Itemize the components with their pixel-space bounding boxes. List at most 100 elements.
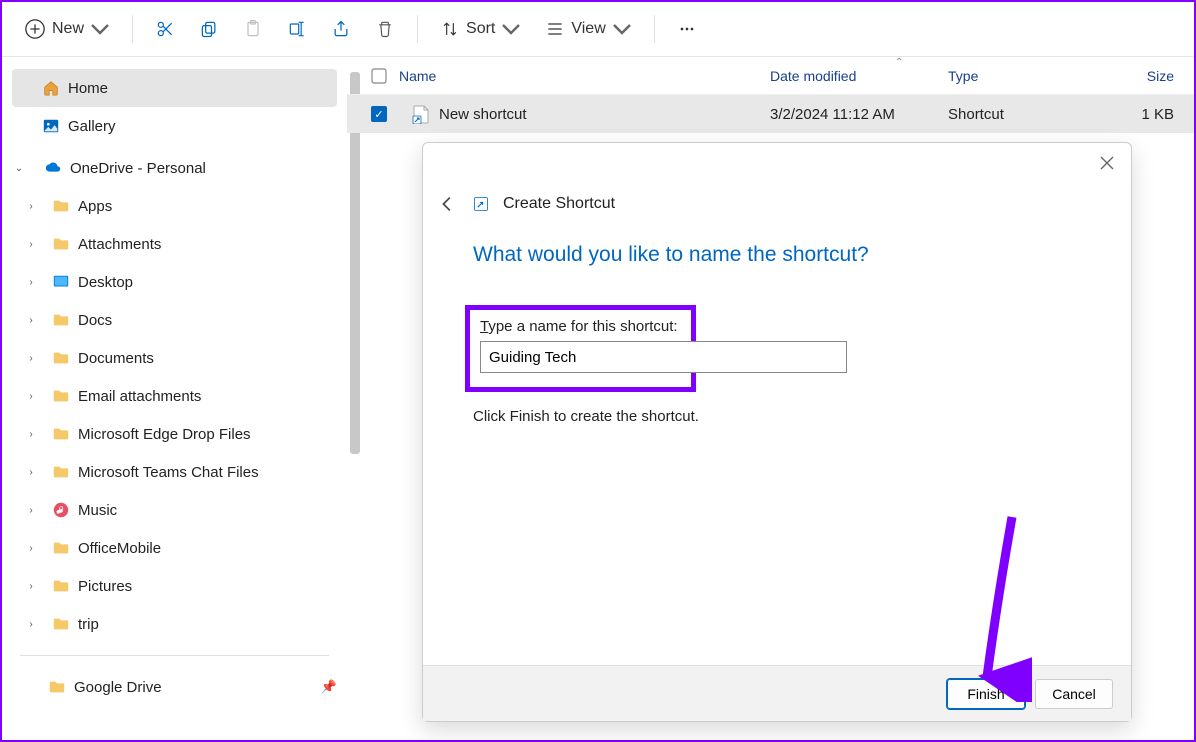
sidebar-item-onedrive[interactable]: ⌄ OneDrive - Personal xyxy=(12,149,337,187)
file-type: Shortcut xyxy=(948,106,1096,123)
chevron-right-icon[interactable]: › xyxy=(24,541,38,555)
sidebar-item-label: Email attachments xyxy=(78,388,201,405)
delete-button[interactable] xyxy=(365,11,405,47)
sidebar-item-home[interactable]: Home xyxy=(12,69,337,107)
pin-icon[interactable]: 📌 xyxy=(321,679,337,695)
sidebar-item-label: Attachments xyxy=(78,236,161,253)
folder-icon xyxy=(52,615,70,633)
sidebar-item-gdrive[interactable]: Google Drive 📌 xyxy=(12,668,337,706)
new-label: New xyxy=(52,20,84,38)
cut-button[interactable] xyxy=(145,11,185,47)
sidebar-item-apps[interactable]: › Apps xyxy=(12,187,337,225)
trash-icon xyxy=(375,19,395,39)
more-button[interactable] xyxy=(667,11,707,47)
sidebar-item-label: Documents xyxy=(78,350,154,367)
sidebar-item-music[interactable]: › Music xyxy=(12,491,337,529)
chevron-right-icon[interactable]: › xyxy=(24,199,38,213)
desktop-icon xyxy=(52,273,70,291)
separator xyxy=(132,15,133,43)
shortcut-icon xyxy=(411,104,431,124)
view-label: View xyxy=(571,20,605,38)
sidebar-item-label: Music xyxy=(78,502,117,519)
sort-button[interactable]: Sort xyxy=(430,11,531,47)
chevron-right-icon[interactable]: › xyxy=(24,465,38,479)
chevron-right-icon[interactable]: › xyxy=(24,617,38,631)
sidebar-item-label: Desktop xyxy=(78,274,133,291)
folder-icon xyxy=(52,425,70,443)
toolbar: New Sort View xyxy=(2,2,1194,57)
sidebar-item-label: OneDrive - Personal xyxy=(70,160,206,177)
column-name[interactable]: Name xyxy=(399,68,770,84)
sidebar-item-label: trip xyxy=(78,616,99,633)
folder-icon xyxy=(52,387,70,405)
sidebar-item-documents[interactable]: › Documents xyxy=(12,339,337,377)
close-button[interactable] xyxy=(1099,155,1115,176)
column-type[interactable]: Type xyxy=(948,68,1096,84)
paste-button[interactable] xyxy=(233,11,273,47)
chevron-down-icon[interactable]: ⌄ xyxy=(12,161,26,175)
chevron-right-icon[interactable]: › xyxy=(24,579,38,593)
chevron-right-icon[interactable]: › xyxy=(24,237,38,251)
cancel-button[interactable]: Cancel xyxy=(1035,679,1113,709)
rename-button[interactable] xyxy=(277,11,317,47)
sort-indicator-icon: ⌃ xyxy=(895,57,903,68)
sidebar-item-label: Microsoft Edge Drop Files xyxy=(78,426,251,443)
folder-icon xyxy=(52,197,70,215)
folder-icon xyxy=(52,235,70,253)
chevron-right-icon[interactable]: › xyxy=(24,503,38,517)
sidebar-item-label: Microsoft Teams Chat Files xyxy=(78,464,259,481)
share-button[interactable] xyxy=(321,11,361,47)
column-date[interactable]: Date modified xyxy=(770,68,948,84)
sidebar-item-gallery[interactable]: Gallery xyxy=(12,107,337,145)
copy-icon xyxy=(199,19,219,39)
folder-icon xyxy=(52,539,70,557)
chevron-right-icon[interactable]: › xyxy=(24,351,38,365)
create-shortcut-dialog: Create Shortcut What would you like to n… xyxy=(422,142,1132,722)
shortcut-icon xyxy=(473,196,489,212)
sidebar-item-label: Apps xyxy=(78,198,112,215)
row-checkbox[interactable]: ✓ xyxy=(371,106,387,122)
separator xyxy=(20,655,329,656)
dialog-header: Create Shortcut xyxy=(423,143,1131,215)
checkbox-icon xyxy=(371,68,387,84)
sidebar-item-officemobile[interactable]: ›OfficeMobile xyxy=(12,529,337,567)
chevron-right-icon[interactable]: › xyxy=(24,275,38,289)
ellipsis-icon xyxy=(677,19,697,39)
chevron-right-icon[interactable]: › xyxy=(24,427,38,441)
back-button[interactable] xyxy=(437,193,459,215)
column-size[interactable]: Size xyxy=(1096,68,1194,84)
select-all-checkbox[interactable] xyxy=(359,68,399,84)
sidebar-item-trip[interactable]: › trip xyxy=(12,605,337,643)
plus-circle-icon xyxy=(24,18,46,40)
highlight-annotation: Type a name for this shortcut: xyxy=(465,305,696,392)
cloud-icon xyxy=(44,159,62,177)
file-date: 3/2/2024 11:12 AM xyxy=(770,106,948,123)
chevron-down-icon xyxy=(612,19,632,39)
folder-icon xyxy=(52,311,70,329)
chevron-right-icon[interactable]: › xyxy=(24,389,38,403)
chevron-right-icon[interactable]: › xyxy=(24,313,38,327)
column-headers: Name Date modified Type Size xyxy=(347,57,1194,95)
shortcut-name-input[interactable] xyxy=(480,341,847,373)
scissors-icon xyxy=(155,19,175,39)
folder-icon xyxy=(52,577,70,595)
sidebar-item-microsoft-teams-chat-files[interactable]: › Microsoft Teams Chat Files xyxy=(12,453,337,491)
sidebar-item-email-attachments[interactable]: › Email attachments xyxy=(12,377,337,415)
sidebar-item-docs[interactable]: ›Docs xyxy=(12,301,337,339)
rename-icon xyxy=(287,19,307,39)
share-icon xyxy=(331,19,351,39)
sidebar-item-microsoft-edge-drop-files[interactable]: › Microsoft Edge Drop Files xyxy=(12,415,337,453)
folder-icon xyxy=(52,349,70,367)
sort-label: Sort xyxy=(466,20,495,38)
copy-button[interactable] xyxy=(189,11,229,47)
sidebar-item-pictures[interactable]: ›Pictures xyxy=(12,567,337,605)
gallery-icon xyxy=(42,117,60,135)
clipboard-icon xyxy=(243,19,263,39)
sidebar-item-desktop[interactable]: › Desktop xyxy=(12,263,337,301)
finish-button[interactable]: Finish xyxy=(947,679,1025,709)
view-button[interactable]: View xyxy=(535,11,641,47)
cancel-label: Cancel xyxy=(1052,686,1096,702)
new-button[interactable]: New xyxy=(14,11,120,47)
sidebar-item-attachments[interactable]: › Attachments xyxy=(12,225,337,263)
file-row[interactable]: ✓ New shortcut 3/2/2024 11:12 AM Shortcu… xyxy=(347,95,1194,133)
